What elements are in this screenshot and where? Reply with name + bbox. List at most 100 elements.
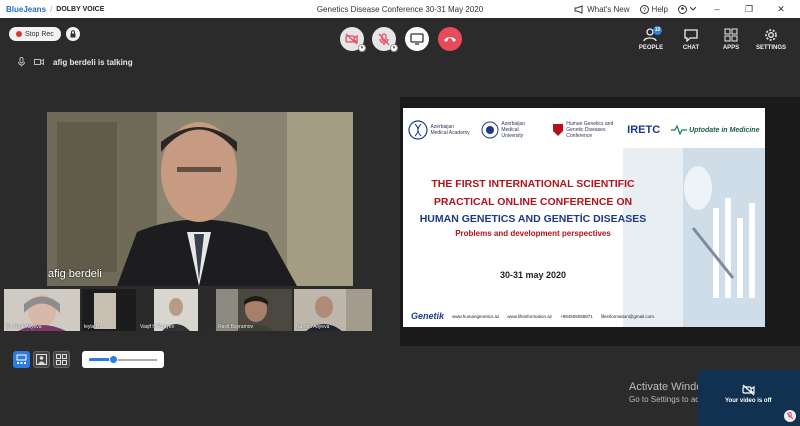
help-icon: ? <box>639 4 649 14</box>
chat-label: CHAT <box>682 45 700 51</box>
slide-logo: Uptodate in Medicine <box>671 125 759 135</box>
video-off-icon <box>742 384 755 396</box>
video-off-icon <box>345 33 358 45</box>
slide-logos: Azerbaijan Medical Academy Azerbaijan Me… <box>403 108 765 152</box>
whats-new-button[interactable]: What's New <box>574 4 630 14</box>
mute-toggle-button[interactable]: ▾ <box>372 27 398 52</box>
slide-logo-retc: IRETC <box>627 124 661 136</box>
close-window-button[interactable]: ✕ <box>770 4 792 15</box>
genetics-crest-icon <box>553 124 564 136</box>
megaphone-icon <box>574 4 583 14</box>
mic-icon <box>18 57 25 67</box>
slide-subtitle: Problems and development perspectives <box>455 229 611 238</box>
main-speaker-name: afig berdeli <box>48 268 102 280</box>
speaker-layout-icon <box>16 354 27 364</box>
slide-footer: Genetik www.humangenetics.az www.lifeinf… <box>403 305 765 327</box>
help-button[interactable]: ? Help <box>639 4 668 14</box>
settings-button[interactable]: SETTINGS <box>754 28 788 51</box>
person-layout-icon <box>36 354 47 365</box>
logo-5-text: Uptodate in Medicine <box>689 126 760 134</box>
participant-name: Narmin Aliyeva <box>296 324 330 330</box>
speaker-video-image <box>47 112 353 286</box>
participant-name: Ravil Bayramov <box>218 324 254 330</box>
participant-tile[interactable]: Dr. Gedi Aliyeva <box>4 289 80 331</box>
layout-speaker-button[interactable] <box>13 351 30 368</box>
whats-new-label: What's New <box>587 4 630 14</box>
stop-rec-label: Stop Rec <box>25 30 54 38</box>
participant-strip: Dr. Gedi Aliyeva leyla H Vaqif H Rzayev … <box>4 289 397 331</box>
slide-title-line3: HUMAN GENETICS AND GENETİC DISEASES <box>419 213 647 225</box>
chat-button[interactable]: CHAT <box>674 28 708 51</box>
participant-tile[interactable]: leyla H <box>82 289 136 331</box>
chat-icon <box>684 29 698 42</box>
heartbeat-icon <box>671 125 688 135</box>
help-label: Help <box>651 4 668 14</box>
user-icon <box>678 4 687 14</box>
apps-grid-icon <box>724 28 738 42</box>
logo-1-text: Azerbaijan Medical Academy <box>430 124 470 136</box>
brand-separator: / <box>50 4 53 14</box>
end-call-button[interactable] <box>438 27 462 51</box>
slide-logo: Human Genetics and Genetic Diseases Conf… <box>552 121 616 139</box>
camera-icon <box>34 58 44 66</box>
people-label: PEOPLE <box>638 45 664 51</box>
layout-switcher <box>13 351 70 368</box>
bluejeans-logo: BlueJeans <box>6 4 47 14</box>
dolby-logo: DOLBY VOICE <box>56 5 105 13</box>
slide-title-line1: THE FIRST INTERNATIONAL SCIENTIFIC <box>431 178 635 190</box>
footer-web-1: www.humangenetics.az <box>452 313 500 319</box>
conference-slide: Azerbaijan Medical Academy Azerbaijan Me… <box>403 108 765 327</box>
apps-button[interactable]: APPS <box>714 28 748 51</box>
gear-icon <box>765 29 777 41</box>
dna-seal-icon <box>408 120 429 140</box>
apps-label: APPS <box>722 45 740 51</box>
brand: BlueJeans / DOLBY VOICE <box>0 5 104 14</box>
stop-recording-button[interactable]: Stop Rec <box>9 27 61 41</box>
university-seal-icon <box>481 121 499 139</box>
participant-tile[interactable]: Vaqif H Rzayev <box>138 289 214 331</box>
layout-people-button[interactable] <box>33 351 50 368</box>
people-button[interactable]: 10 PEOPLE <box>634 26 668 51</box>
self-view[interactable]: Your video is off <box>698 370 800 426</box>
video-options-caret[interactable]: ▾ <box>358 44 366 52</box>
video-toggle-button[interactable]: ▾ <box>340 27 366 52</box>
share-screen-button[interactable] <box>405 27 429 51</box>
mic-off-icon <box>378 32 390 45</box>
maximize-button[interactable]: ❐ <box>738 4 760 15</box>
layout-size-slider[interactable] <box>82 351 164 368</box>
talking-text: afig berdeli is talking <box>53 57 133 67</box>
minimize-button[interactable]: – <box>706 4 728 14</box>
video-off-text: Your video is off <box>725 398 772 404</box>
main-speaker-video <box>47 112 353 286</box>
layout-gallery-button[interactable] <box>53 351 70 368</box>
logo-2-text: Azerbaijan Medical University <box>501 121 525 139</box>
slide-title-line2: PRACTICAL ONLINE CONFERENCE ON <box>433 196 633 208</box>
participant-name: leyla H <box>84 324 100 330</box>
slide-logo: Azerbaijan Medical Academy <box>408 120 470 140</box>
chevron-down-icon <box>690 7 696 11</box>
people-count-badge: 10 <box>653 26 662 35</box>
account-menu[interactable] <box>678 4 696 14</box>
audio-options-caret[interactable]: ▾ <box>390 44 398 52</box>
participant-tile[interactable]: Ravil Bayramov <box>216 289 292 331</box>
footer-web-2: www.lifeinformation.az <box>507 313 553 319</box>
hangup-icon <box>444 37 456 42</box>
self-mute-indicator[interactable] <box>784 410 796 422</box>
participant-tile[interactable]: Narmin Aliyeva <box>294 289 372 331</box>
slider-knob[interactable] <box>109 355 118 364</box>
footer-email: lifeinformation@gmail.com <box>600 313 654 319</box>
participant-name: Vaqif H Rzayev <box>140 324 175 330</box>
title-bar: BlueJeans / DOLBY VOICE Genetics Disease… <box>0 0 800 18</box>
logo-3-text: Human Genetics and Genetic Diseases Conf… <box>566 121 614 139</box>
footer-logo: Genetik <box>411 311 445 321</box>
gallery-grid-icon <box>56 354 67 365</box>
lock-icon <box>70 30 76 38</box>
screen-share-view: Azerbaijan Medical Academy Azerbaijan Me… <box>400 97 800 346</box>
talking-indicator: afig berdeli is talking <box>18 57 133 67</box>
lock-meeting-button[interactable] <box>66 27 80 41</box>
slide-logo: Azerbaijan Medical University <box>481 121 541 139</box>
screen-share-icon <box>410 33 424 45</box>
settings-label: SETTINGS <box>755 45 786 51</box>
record-dot-icon <box>16 31 22 37</box>
footer-phone: +994505058871 <box>560 313 593 319</box>
